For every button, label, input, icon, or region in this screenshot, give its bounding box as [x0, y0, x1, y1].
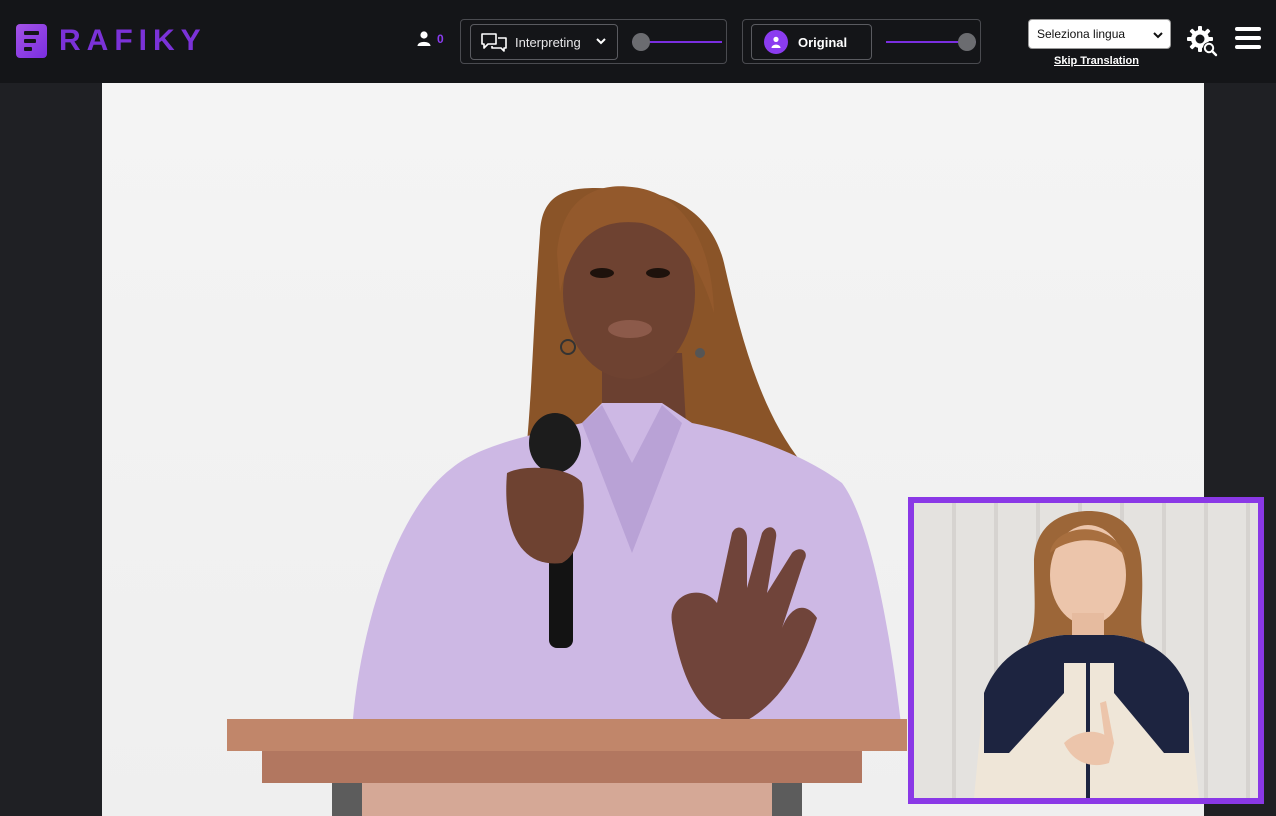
participant-count-value: 0: [437, 31, 444, 46]
gear-icon: [1187, 26, 1218, 57]
interpreting-panel: Interpreting: [460, 19, 727, 64]
hamburger-menu-icon: [1235, 27, 1261, 49]
skip-translation-link[interactable]: Skip Translation: [1054, 55, 1139, 67]
original-panel: Original: [742, 19, 981, 64]
participant-count: 0: [417, 31, 444, 46]
original-label: Original: [798, 34, 848, 50]
original-audio-button[interactable]: Original: [751, 24, 872, 60]
language-select-value: Seleziona lingua: [1037, 27, 1126, 41]
chevron-down-icon: [1153, 32, 1163, 39]
rafiky-logo[interactable]: RAFIKY: [16, 24, 207, 58]
interpreter-video-frame: [974, 511, 1199, 798]
settings-button[interactable]: [1186, 25, 1218, 57]
interpreting-mode-select[interactable]: Interpreting: [470, 24, 618, 60]
language-select[interactable]: Seleziona lingua: [1028, 19, 1171, 49]
user-icon: [417, 31, 431, 46]
top-bar: RAFIKY 0 Interpreting Original Seleziona…: [0, 0, 1276, 83]
chevron-down-icon: [596, 38, 606, 45]
slider-thumb[interactable]: [958, 33, 976, 51]
hamburger-menu-button[interactable]: [1235, 27, 1261, 53]
original-volume-slider[interactable]: [886, 32, 976, 52]
logo-text: RAFIKY: [59, 24, 207, 57]
chat-bubbles-icon: [481, 33, 507, 52]
slider-thumb[interactable]: [632, 33, 650, 51]
logo-mark-icon: [16, 24, 47, 58]
interpreting-label: Interpreting: [515, 34, 581, 50]
interpreter-pip-video[interactable]: [908, 497, 1264, 804]
interpreting-volume-slider[interactable]: [632, 32, 722, 52]
user-avatar-icon: [764, 30, 788, 54]
